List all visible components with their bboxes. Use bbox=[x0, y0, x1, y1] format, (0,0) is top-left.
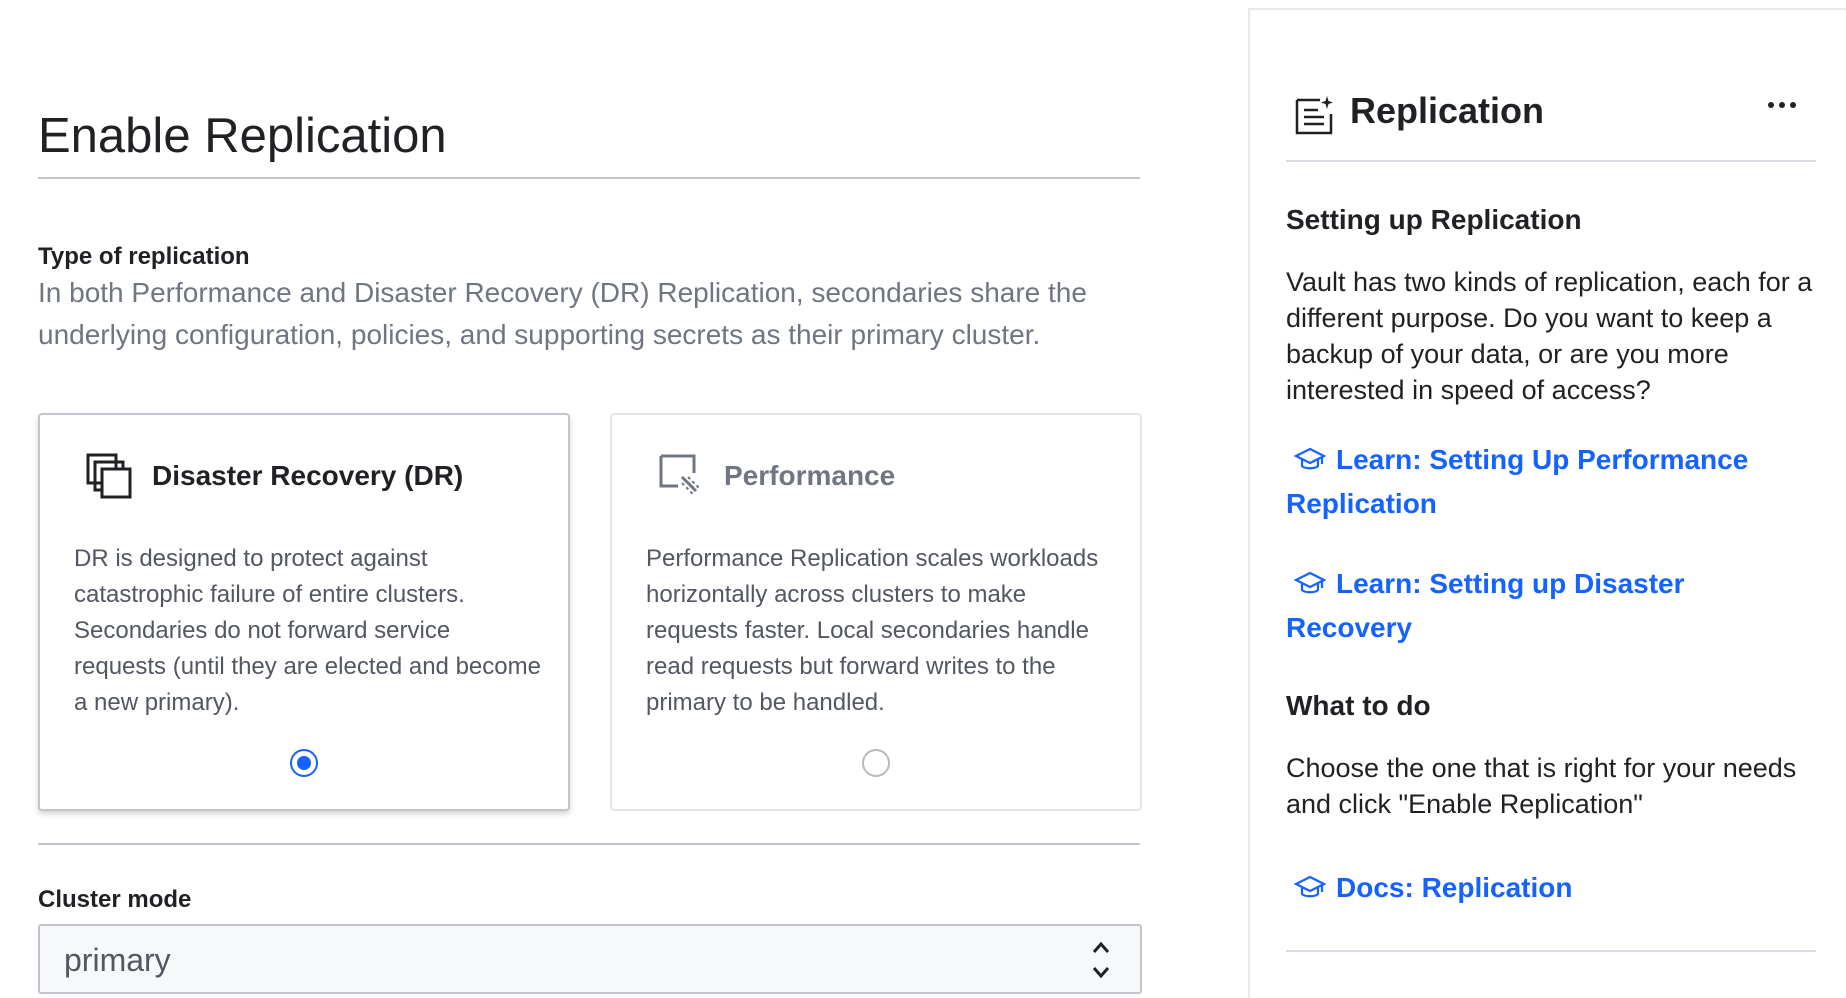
setting-up-text: Vault has two kinds of replication, each… bbox=[1286, 267, 1813, 405]
graduation-cap-icon bbox=[1294, 571, 1326, 594]
panel-footer-divider bbox=[1286, 950, 1816, 952]
what-to-do-text: Choose the one that is right for your ne… bbox=[1286, 753, 1797, 819]
learn-performance-link-label: Learn: Setting Up Performance Replicatio… bbox=[1286, 444, 1749, 519]
title-divider bbox=[38, 177, 1140, 179]
panel-header-divider bbox=[1286, 160, 1816, 162]
performance-card-title: Performance bbox=[724, 460, 896, 491]
learn-disaster-recovery-link[interactable]: Learn: Setting up Disaster Recovery bbox=[1286, 562, 1816, 650]
dr-radio-button[interactable] bbox=[290, 749, 318, 777]
cluster-mode-value: primary bbox=[64, 942, 171, 978]
graduation-cap-icon bbox=[1294, 447, 1326, 470]
replication-help-panel: Replication Setting up Replication Vault… bbox=[1248, 8, 1846, 998]
learn-disaster-recovery-link-label: Learn: Setting up Disaster Recovery bbox=[1286, 568, 1685, 643]
performance-replication-card[interactable]: Performance Performance Replication scal… bbox=[610, 413, 1142, 811]
section-divider bbox=[38, 843, 1140, 845]
cluster-mode-label: Cluster mode bbox=[38, 886, 192, 913]
performance-radio-button[interactable] bbox=[862, 749, 890, 777]
main-content: Enable Replication Type of replication I… bbox=[0, 0, 1248, 996]
docs-replication-link[interactable]: Docs: Replication bbox=[1286, 866, 1816, 910]
performance-icon bbox=[659, 454, 701, 496]
dr-card-description: DR is designed to protect against catast… bbox=[74, 545, 541, 716]
disaster-recovery-icon bbox=[86, 453, 132, 499]
type-of-replication-help: In both Performance and Disaster Recover… bbox=[38, 277, 1087, 350]
cluster-mode-select[interactable]: primary bbox=[38, 924, 1142, 994]
panel-title: Replication bbox=[1350, 90, 1545, 131]
dr-card-title: Disaster Recovery (DR) bbox=[152, 460, 464, 491]
graduation-cap-icon bbox=[1294, 875, 1326, 898]
chevron-up-down-icon bbox=[1092, 941, 1110, 979]
document-sparkle-icon bbox=[1295, 96, 1333, 135]
setting-up-heading: Setting up Replication bbox=[1286, 204, 1582, 235]
type-of-replication-label: Type of replication bbox=[38, 243, 250, 270]
performance-card-description: Performance Replication scales workloads… bbox=[646, 545, 1099, 716]
dr-replication-card[interactable]: Disaster Recovery (DR) DR is designed to… bbox=[38, 413, 570, 811]
what-to-do-heading: What to do bbox=[1286, 690, 1431, 721]
learn-performance-link[interactable]: Learn: Setting Up Performance Replicatio… bbox=[1286, 438, 1816, 526]
docs-replication-link-label: Docs: Replication bbox=[1336, 872, 1573, 903]
more-options-icon[interactable] bbox=[1768, 102, 1798, 112]
page-title: Enable Replication bbox=[38, 109, 447, 163]
